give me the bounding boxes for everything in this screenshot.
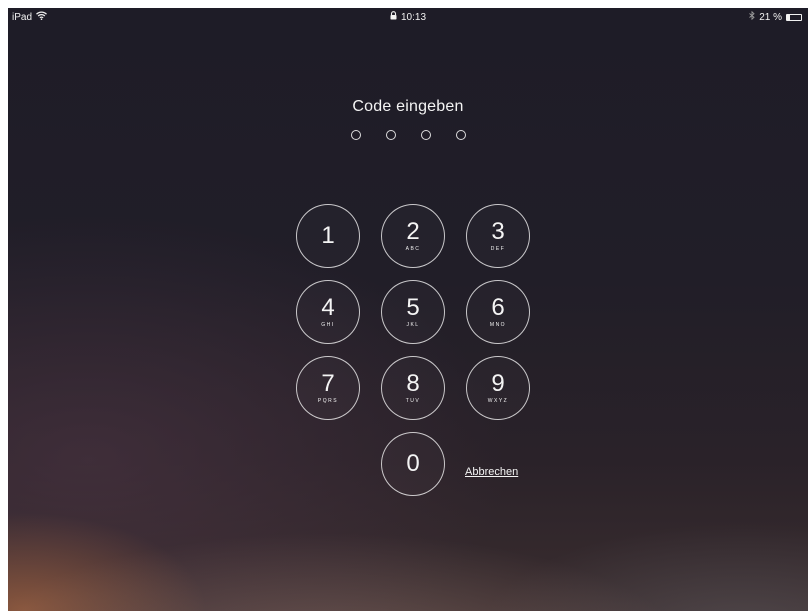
bluetooth-icon (749, 10, 755, 23)
passcode-dot (455, 130, 466, 140)
key-1[interactable]: 1 (296, 204, 360, 268)
key-digit: 7 (321, 370, 335, 397)
cancel-button[interactable]: Abbrechen (465, 466, 518, 478)
key-digit: 4 (321, 294, 335, 321)
passcode-dot (420, 130, 431, 140)
status-bar: iPad 10:13 21 % (8, 8, 808, 26)
passcode-prompt: Code eingeben (352, 98, 464, 115)
key-6[interactable]: 6 MNO (466, 280, 530, 344)
passcode-dots (8, 130, 808, 140)
passcode-dot (385, 130, 396, 140)
battery-percentage: 21 % (759, 11, 782, 23)
key-digit: 8 (406, 370, 420, 397)
key-4[interactable]: 4 GHI (296, 280, 360, 344)
key-letters: PQRS (317, 398, 339, 404)
key-digit: 0 (406, 450, 420, 477)
key-letters: WXYZ (487, 398, 509, 404)
lock-screen: iPad 10:13 21 % Code eingeben 1 2 ABC 3 … (8, 8, 808, 611)
key-0[interactable]: 0 (381, 432, 445, 496)
status-center: 10:13 (8, 11, 808, 23)
key-5[interactable]: 5 JKL (381, 280, 445, 344)
key-3[interactable]: 3 DEF (466, 204, 530, 268)
battery-level (787, 14, 790, 20)
battery-icon (786, 13, 802, 21)
key-digit: 9 (491, 370, 505, 397)
key-9[interactable]: 9 WXYZ (466, 356, 530, 420)
key-8[interactable]: 8 TUV (381, 356, 445, 420)
key-letters: DEF (490, 246, 506, 252)
key-7[interactable]: 7 PQRS (296, 356, 360, 420)
lock-icon (390, 11, 397, 23)
key-digit: 2 (406, 218, 420, 245)
key-letters: JKL (406, 322, 420, 328)
passcode-dot (350, 130, 361, 140)
key-letters: TUV (405, 398, 421, 404)
key-letters: ABC (405, 246, 421, 252)
status-right: 21 % (749, 10, 802, 23)
key-2[interactable]: 2 ABC (381, 204, 445, 268)
key-digit: 6 (491, 294, 505, 321)
status-time: 10:13 (400, 11, 427, 23)
key-letters: MNO (489, 322, 507, 328)
key-letters: GHI (321, 322, 335, 328)
key-digit: 5 (406, 294, 420, 321)
key-digit: 3 (491, 218, 505, 245)
key-digit: 1 (321, 222, 335, 249)
